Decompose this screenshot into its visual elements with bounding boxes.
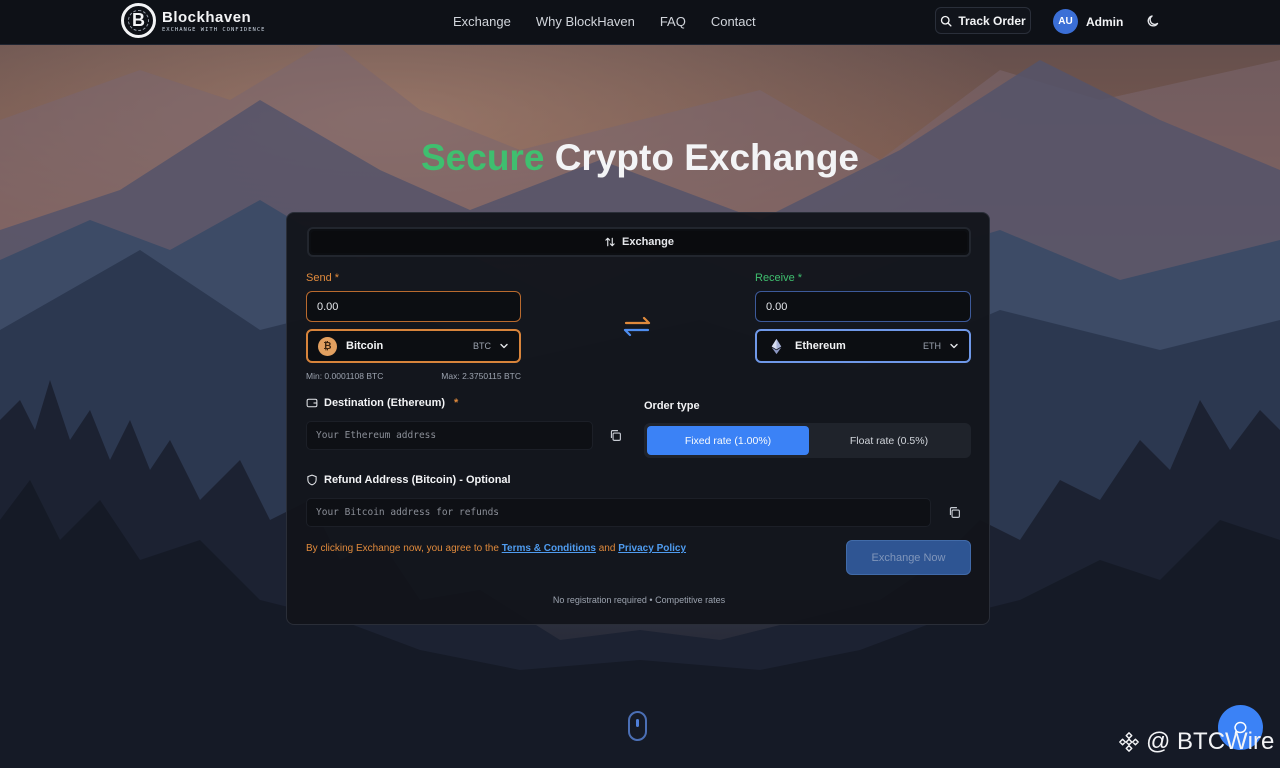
title-accent: Secure: [421, 137, 545, 178]
send-amount-input[interactable]: 0.00: [306, 291, 521, 322]
watermark-text: @ BTCWire: [1146, 728, 1275, 755]
top-navbar: B Blockhaven EXCHANGE WITH CONFIDENCE Ex…: [0, 0, 1280, 45]
nav-contact[interactable]: Contact: [711, 14, 756, 29]
main-nav: Exchange Why BlockHaven FAQ Contact: [453, 14, 756, 29]
min-amount: Min: 0.0001108 BTC: [306, 371, 384, 381]
receive-coin-select[interactable]: Ethereum ETH: [755, 329, 971, 363]
order-type-label: Order type: [644, 400, 700, 412]
bitcoin-logo-icon: B: [121, 3, 156, 38]
ethereum-icon: [771, 338, 782, 354]
watermark: @ BTCWire: [1118, 728, 1274, 756]
terms-prefix: By clicking Exchange now, you agree to t…: [306, 543, 502, 554]
bitcoin-icon: ₿: [318, 336, 337, 356]
receive-label-text: Receive: [755, 272, 795, 284]
send-limits: Min: 0.0001108 BTC Max: 2.3750115 BTC: [306, 371, 521, 381]
send-coin-ticker: BTC: [473, 341, 491, 351]
required-mark: *: [334, 272, 339, 284]
terms-and: and: [595, 543, 619, 554]
moon-icon[interactable]: [1146, 13, 1162, 29]
brand-name: Blockhaven: [162, 8, 252, 26]
brand-tagline: EXCHANGE WITH CONFIDENCE: [162, 26, 266, 33]
swap-vertical-icon: [605, 237, 615, 247]
shield-icon: [307, 474, 317, 486]
exchange-now-button[interactable]: Exchange Now: [846, 540, 971, 575]
footnote: No registration required • Competitive r…: [552, 595, 726, 605]
receive-coin-ticker: ETH: [923, 341, 941, 351]
nav-why-blockhaven[interactable]: Why BlockHaven: [536, 14, 635, 29]
copy-icon: [949, 506, 960, 518]
send-coin-name: Bitcoin: [346, 340, 384, 352]
refund-address-input[interactable]: Your Bitcoin address for refunds: [306, 498, 931, 527]
send-label-text: Send: [306, 272, 332, 284]
title-rest: Crypto Exchange: [544, 137, 859, 178]
terms-link[interactable]: Terms & Conditions: [502, 543, 596, 554]
required-mark: *: [454, 397, 459, 409]
swap-direction-icon[interactable]: [620, 313, 654, 339]
send-label: Send *: [306, 272, 339, 284]
scroll-down-indicator[interactable]: [628, 711, 647, 741]
required-mark: *: [797, 272, 803, 284]
fixed-rate-option[interactable]: Fixed rate (1.00%): [647, 426, 809, 455]
tab-exchange-label: Exchange: [622, 236, 674, 248]
brand-logo[interactable]: B Blockhaven EXCHANGE WITH CONFIDENCE: [121, 3, 265, 38]
receive-amount-input[interactable]: 0.00: [755, 291, 971, 322]
user-name: Admin: [1086, 14, 1124, 29]
avatar: AU: [1053, 9, 1078, 34]
chevron-down-icon: [950, 343, 958, 349]
privacy-link[interactable]: Privacy Policy: [618, 543, 686, 554]
exchange-card: Exchange Send * 0.00 ₿ Bitcoin BTC Min: 0…: [286, 212, 990, 625]
user-menu[interactable]: AU Admin: [1053, 9, 1123, 34]
brand-text: Blockhaven EXCHANGE WITH CONFIDENCE: [162, 9, 265, 33]
order-type-toggle: Fixed rate (1.00%) Float rate (0.5%): [644, 423, 971, 458]
chevron-down-icon: [500, 343, 508, 349]
search-icon: [941, 15, 952, 27]
float-rate-option[interactable]: Float rate (0.5%): [810, 426, 968, 455]
paste-refund-button[interactable]: [943, 501, 965, 523]
tab-bar: Exchange: [307, 227, 971, 257]
track-order-label: Track Order: [958, 13, 1026, 28]
copy-icon: [610, 429, 621, 441]
destination-label-text: Destination (Ethereum): [324, 397, 446, 409]
page-title: Secure Crypto Exchange: [0, 137, 1280, 179]
paste-destination-button[interactable]: [604, 424, 626, 446]
tab-exchange[interactable]: Exchange: [311, 231, 967, 253]
max-amount: Max: 2.3750115 BTC: [441, 371, 521, 381]
refund-label-text: Refund Address (Bitcoin) - Optional: [324, 474, 511, 486]
destination-label: Destination (Ethereum) *: [306, 397, 458, 409]
destination-address-input[interactable]: Your Ethereum address: [306, 421, 593, 450]
refund-label: Refund Address (Bitcoin) - Optional: [306, 474, 511, 486]
track-order-button[interactable]: Track Order: [935, 7, 1031, 34]
send-coin-select[interactable]: ₿ Bitcoin BTC: [306, 329, 521, 363]
nav-exchange[interactable]: Exchange: [453, 14, 511, 29]
binance-logo-icon: [1119, 732, 1139, 752]
wallet-icon: [306, 398, 318, 408]
receive-coin-name: Ethereum: [795, 340, 846, 352]
terms-notice: By clicking Exchange now, you agree to t…: [306, 543, 686, 554]
receive-label: Receive *: [755, 272, 802, 284]
nav-faq[interactable]: FAQ: [660, 14, 686, 29]
